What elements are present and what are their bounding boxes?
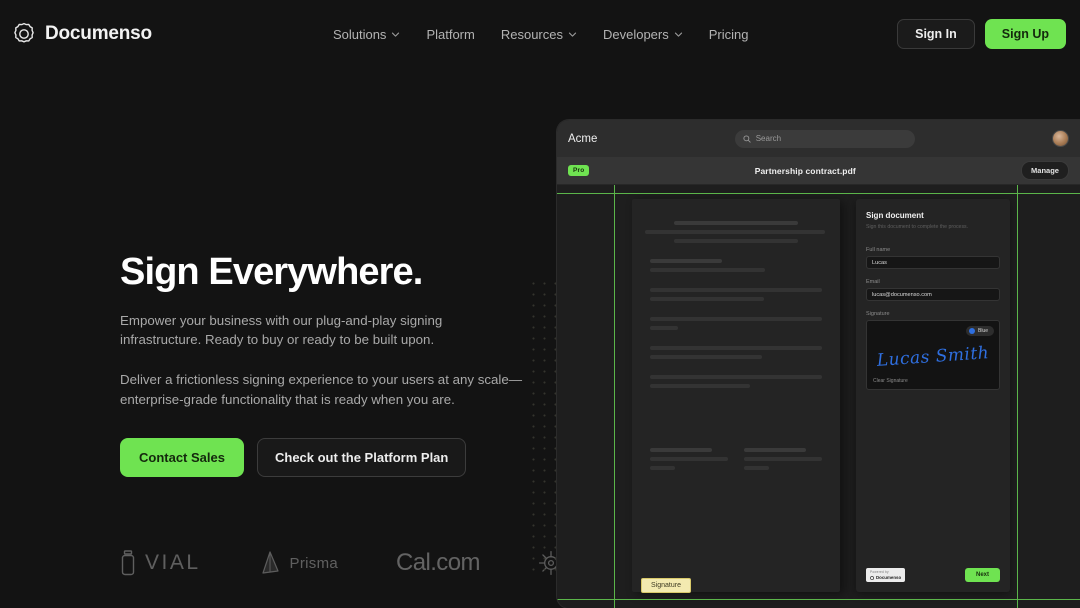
platform-plan-button[interactable]: Check out the Platform Plan <box>256 438 467 478</box>
prisma-prism-icon <box>261 551 279 574</box>
brand-name: Documenso <box>45 23 152 44</box>
search-placeholder: Search <box>755 134 782 143</box>
signature-canvas[interactable]: Blue Lucas Smith Clear Signature <box>866 320 1000 391</box>
clear-signature-button[interactable]: Clear Signature <box>873 378 908 384</box>
vial-icon <box>121 550 135 576</box>
document-skeleton-signature-row <box>650 448 822 475</box>
chevron-down-icon <box>392 32 400 37</box>
signature-field-placeholder[interactable]: Signature <box>641 578 691 593</box>
chevron-down-icon <box>568 32 577 37</box>
sign-panel-subtitle: Sign this document to complete the proce… <box>866 224 969 230</box>
hero-cta-row: Contact Sales Check out the Platform Pla… <box>120 438 540 478</box>
nav-item-platform[interactable]: Platform <box>426 27 474 42</box>
nav-item-pricing[interactable]: Pricing <box>709 27 749 42</box>
search-icon <box>743 134 751 143</box>
nav-item-label: Platform <box>426 26 475 42</box>
page-title: Sign Everywhere. <box>120 251 423 293</box>
signature-label: Signature <box>866 311 890 318</box>
guide-line-horizontal-top <box>557 193 1080 194</box>
guide-line-vertical-left <box>614 185 615 608</box>
powered-by-bottom-label: Documenso <box>870 575 901 580</box>
logo-label: Prisma <box>289 554 339 572</box>
sign-panel-title: Sign document <box>866 211 924 220</box>
signature-drawing: Lucas Smith <box>876 342 990 371</box>
next-button[interactable]: Next <box>964 568 1000 582</box>
full-name-field[interactable]: Lucas <box>866 256 1000 270</box>
nav-actions: Sign In Sign Up <box>897 19 1066 49</box>
avatar[interactable] <box>1052 130 1069 147</box>
document-skeleton-block <box>650 288 822 301</box>
nav-item-developers[interactable]: Developers <box>603 27 683 42</box>
sign-document-panel: Sign document Sign this document to comp… <box>856 199 1010 592</box>
logo-label: VIAL <box>145 551 201 574</box>
documenso-logo-icon <box>870 575 874 580</box>
document-skeleton-block <box>650 317 822 330</box>
document-skeleton-block <box>650 346 822 359</box>
logo-label: Cal.com <box>396 549 480 576</box>
guide-line-horizontal-bottom <box>557 599 1080 600</box>
contact-sales-button[interactable]: Contact Sales <box>120 438 244 478</box>
nav-item-resources[interactable]: Resources <box>501 27 577 42</box>
manage-button[interactable]: Manage <box>1021 161 1069 180</box>
mockup-top-bar: Acme Search <box>557 120 1080 157</box>
app-mockup: Acme Search Pro Partnership contract.pdf… <box>557 120 1080 608</box>
nav-item-label: Resources <box>500 26 563 42</box>
sign-up-button[interactable]: Sign Up <box>984 19 1066 49</box>
document-skeleton-block <box>650 259 822 272</box>
logo-prisma: Prisma <box>259 550 338 576</box>
powered-by-brand: Documenso <box>876 575 902 580</box>
mockup-body: Signature Sign document Sign this docume… <box>557 185 1080 608</box>
sign-in-button[interactable]: Sign In <box>897 19 975 49</box>
document-preview[interactable] <box>632 199 840 592</box>
customer-logo-strip: VIAL Prisma Cal.com <box>120 549 564 577</box>
documenso-logo-icon <box>14 22 34 43</box>
powered-by-badge: Powered by Documenso <box>866 568 906 582</box>
mockup-brand: Acme <box>568 132 598 145</box>
nav-links: Solutions Platform Resources Developers <box>333 27 749 42</box>
hero-paragraph-2: Deliver a frictionless signing experienc… <box>120 372 523 407</box>
nav-item-label: Developers <box>602 26 669 42</box>
powered-by-top-label: Powered by <box>870 570 889 574</box>
mockup-document-bar: Pro Partnership contract.pdf Manage <box>557 157 1080 185</box>
logo-vial: VIAL <box>120 550 201 576</box>
email-label: Email <box>866 279 880 286</box>
full-name-label: Full name <box>866 247 891 254</box>
logo-calcom: Cal.com <box>396 549 480 577</box>
brand-logo[interactable]: Documenso <box>12 22 152 46</box>
sign-panel-footer: Powered by Documenso Next <box>866 568 1000 582</box>
guide-line-vertical-right <box>1017 185 1018 608</box>
document-filename: Partnership contract.pdf <box>754 165 856 176</box>
email-field[interactable]: lucas@documenso.com <box>866 288 1000 302</box>
landing-page: Documenso Solutions Platform Resources D… <box>0 0 1080 608</box>
color-label: Blue <box>977 328 988 335</box>
nav-item-label: Pricing <box>708 26 749 42</box>
document-skeleton-block <box>650 375 822 388</box>
top-navigation-bar: Documenso Solutions Platform Resources D… <box>0 0 1080 68</box>
status-badge: Pro <box>568 165 590 176</box>
hero-section: Sign Everywhere. Empower your business w… <box>120 251 540 478</box>
nav-item-label: Solutions <box>332 26 387 42</box>
signature-color-picker[interactable]: Blue <box>965 326 994 337</box>
search-input[interactable]: Search <box>734 129 915 148</box>
document-skeleton-title <box>644 221 826 243</box>
nav-item-solutions[interactable]: Solutions <box>333 27 400 42</box>
color-swatch-icon <box>968 328 975 335</box>
chevron-down-icon <box>674 32 682 37</box>
hero-paragraph-1: Empower your business with our plug-and-… <box>120 312 443 348</box>
